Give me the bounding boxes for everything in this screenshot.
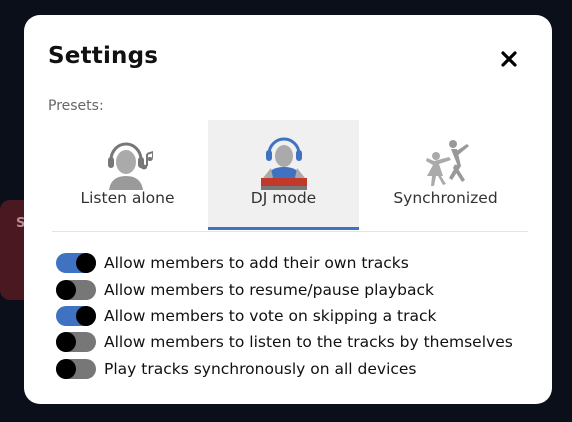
- preset-dj-mode[interactable]: DJ mode: [208, 120, 359, 230]
- toggle-knob: [76, 305, 96, 326]
- headphones-person-icon: [107, 142, 153, 190]
- toggle-switch[interactable]: [56, 358, 96, 379]
- option-play-synchronously: Play tracks synchronously on all devices: [56, 356, 513, 382]
- toggle-switch[interactable]: [56, 253, 96, 274]
- option-vote-skip: Allow members to vote on skipping a trac…: [56, 303, 513, 329]
- option-label: Play tracks synchronously on all devices: [104, 359, 417, 378]
- toggle-knob: [56, 332, 76, 353]
- settings-modal: Settings Presets: Listen alone DJ mode S…: [24, 15, 552, 404]
- toggle-switch[interactable]: [56, 305, 96, 326]
- toggle-knob: [76, 253, 96, 274]
- option-add-tracks: Allow members to add their own tracks: [56, 250, 513, 276]
- option-label: Allow members to listen to the tracks by…: [104, 333, 513, 352]
- modal-title: Settings: [48, 43, 159, 69]
- toggle-switch[interactable]: [56, 279, 96, 300]
- toggle-knob: [56, 279, 76, 300]
- presets-label: Presets:: [48, 98, 104, 114]
- option-label: Allow members to resume/pause playback: [104, 280, 434, 299]
- settings-options: Allow members to add their own tracks Al…: [56, 250, 513, 382]
- dancing-couple-icon: [425, 140, 469, 186]
- option-label: Allow members to add their own tracks: [104, 254, 409, 273]
- dj-icon: [260, 137, 307, 190]
- preset-listen-alone[interactable]: Listen alone: [52, 120, 203, 230]
- option-label: Allow members to vote on skipping a trac…: [104, 306, 437, 325]
- toggle-switch[interactable]: [56, 332, 96, 353]
- close-icon: [501, 51, 517, 67]
- preset-label: Synchronized: [393, 189, 498, 207]
- close-button[interactable]: [496, 46, 522, 72]
- preset-label: DJ mode: [250, 189, 317, 207]
- option-listen-themselves: Allow members to listen to the tracks by…: [56, 329, 513, 355]
- preset-tabs: Listen alone DJ mode Synchronized: [52, 120, 528, 232]
- preset-synchronized[interactable]: Synchronized: [370, 120, 521, 230]
- toggle-knob: [56, 358, 76, 379]
- option-resume-pause: Allow members to resume/pause playback: [56, 276, 513, 302]
- preset-label: Listen alone: [80, 189, 175, 207]
